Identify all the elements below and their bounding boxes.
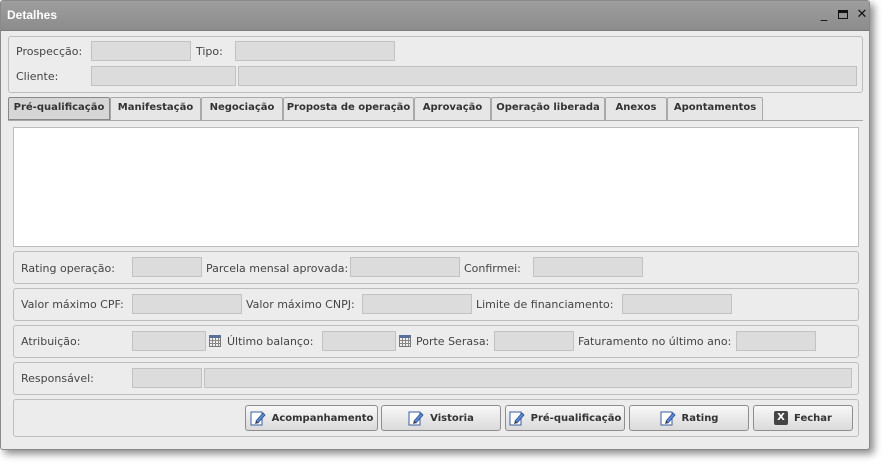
maximize-icon[interactable] <box>836 7 850 23</box>
acompanhamento-label: Acompanhamento <box>271 412 374 424</box>
cliente-name-field[interactable] <box>238 66 857 86</box>
ultimo-balanco-field[interactable] <box>322 331 396 351</box>
rating-button[interactable]: Rating <box>629 405 749 431</box>
confirmei-label: Confirmei: <box>464 262 521 275</box>
calendar-icon[interactable] <box>399 335 411 347</box>
porte-serasa-field[interactable] <box>494 331 574 351</box>
tab-proposta-operacao[interactable]: Proposta de operação <box>283 97 414 120</box>
vistoria-label: Vistoria <box>430 412 474 424</box>
vistoria-button[interactable]: Vistoria <box>381 405 501 431</box>
pre-qualificacao-button[interactable]: Pré-qualificação <box>505 405 625 431</box>
tab-apontamentos[interactable]: Apontamentos <box>667 97 763 120</box>
parcela-mensal-field[interactable] <box>350 257 460 277</box>
acompanhamento-button[interactable]: Acompanhamento <box>245 405 378 431</box>
ultimo-balanco-label: Último balanço: <box>227 335 314 348</box>
rating-operacao-label: Rating operação: <box>21 262 115 275</box>
tab-aprovacao[interactable]: Aprovação <box>414 97 491 120</box>
close-x-icon: X <box>774 411 789 425</box>
atribuicao-label: Atribuição: <box>21 335 81 348</box>
responsavel-label: Responsável: <box>21 372 94 385</box>
cliente-label: Cliente: <box>16 70 59 83</box>
tipo-label: Tipo: <box>196 45 223 58</box>
tab-anexos[interactable]: Anexos <box>605 97 667 120</box>
window-title: Detalhes <box>7 8 58 22</box>
prospeccao-label: Prospecção: <box>16 45 83 58</box>
edit-icon <box>509 411 525 426</box>
confirmei-field[interactable] <box>533 257 643 277</box>
tab-divider <box>8 120 863 121</box>
tab-manifestacao[interactable]: Manifestação <box>110 97 201 120</box>
content-area[interactable] <box>13 127 859 247</box>
parcela-mensal-label: Parcela mensal aprovada: <box>206 262 349 275</box>
minimize-icon[interactable]: _ <box>817 7 831 23</box>
fechar-label: Fechar <box>794 412 832 424</box>
edit-icon <box>250 411 266 426</box>
cliente-code-field[interactable] <box>91 66 236 86</box>
porte-serasa-label: Porte Serasa: <box>416 335 490 348</box>
rating-operacao-field[interactable] <box>132 257 202 277</box>
tab-pre-qualificacao[interactable]: Pré-qualificação <box>8 97 110 120</box>
valor-max-cpf-label: Valor máximo CPF: <box>21 298 124 311</box>
title-bar[interactable]: Detalhes _ ✕ <box>1 1 869 31</box>
details-window: Detalhes _ ✕ Prospecção: Tipo: Cliente: … <box>0 0 870 450</box>
edit-icon <box>408 411 424 426</box>
calendar-icon[interactable] <box>209 335 221 347</box>
tipo-field[interactable] <box>235 41 395 61</box>
faturamento-field[interactable] <box>736 331 816 351</box>
edit-icon <box>660 411 676 426</box>
limite-financiamento-field[interactable] <box>622 294 732 314</box>
valor-max-cnpj-field[interactable] <box>362 294 472 314</box>
limite-financiamento-label: Limite de financiamento: <box>476 298 614 311</box>
valor-max-cnpj-label: Valor máximo CNPJ: <box>246 298 355 311</box>
faturamento-label: Faturamento no último ano: <box>578 335 732 348</box>
responsavel-code-field[interactable] <box>132 368 202 388</box>
tab-negociacao[interactable]: Negociação <box>201 97 283 120</box>
atribuicao-field[interactable] <box>132 331 206 351</box>
rating-label: Rating <box>681 412 719 424</box>
tab-operacao-liberada[interactable]: Operação liberada <box>491 97 605 120</box>
close-icon[interactable]: ✕ <box>855 7 869 23</box>
fechar-button[interactable]: X Fechar <box>753 405 853 431</box>
valor-max-cpf-field[interactable] <box>132 294 242 314</box>
pre-qualificacao-label: Pré-qualificação <box>530 412 622 424</box>
responsavel-name-field[interactable] <box>204 368 852 388</box>
prospeccao-field[interactable] <box>91 41 191 61</box>
